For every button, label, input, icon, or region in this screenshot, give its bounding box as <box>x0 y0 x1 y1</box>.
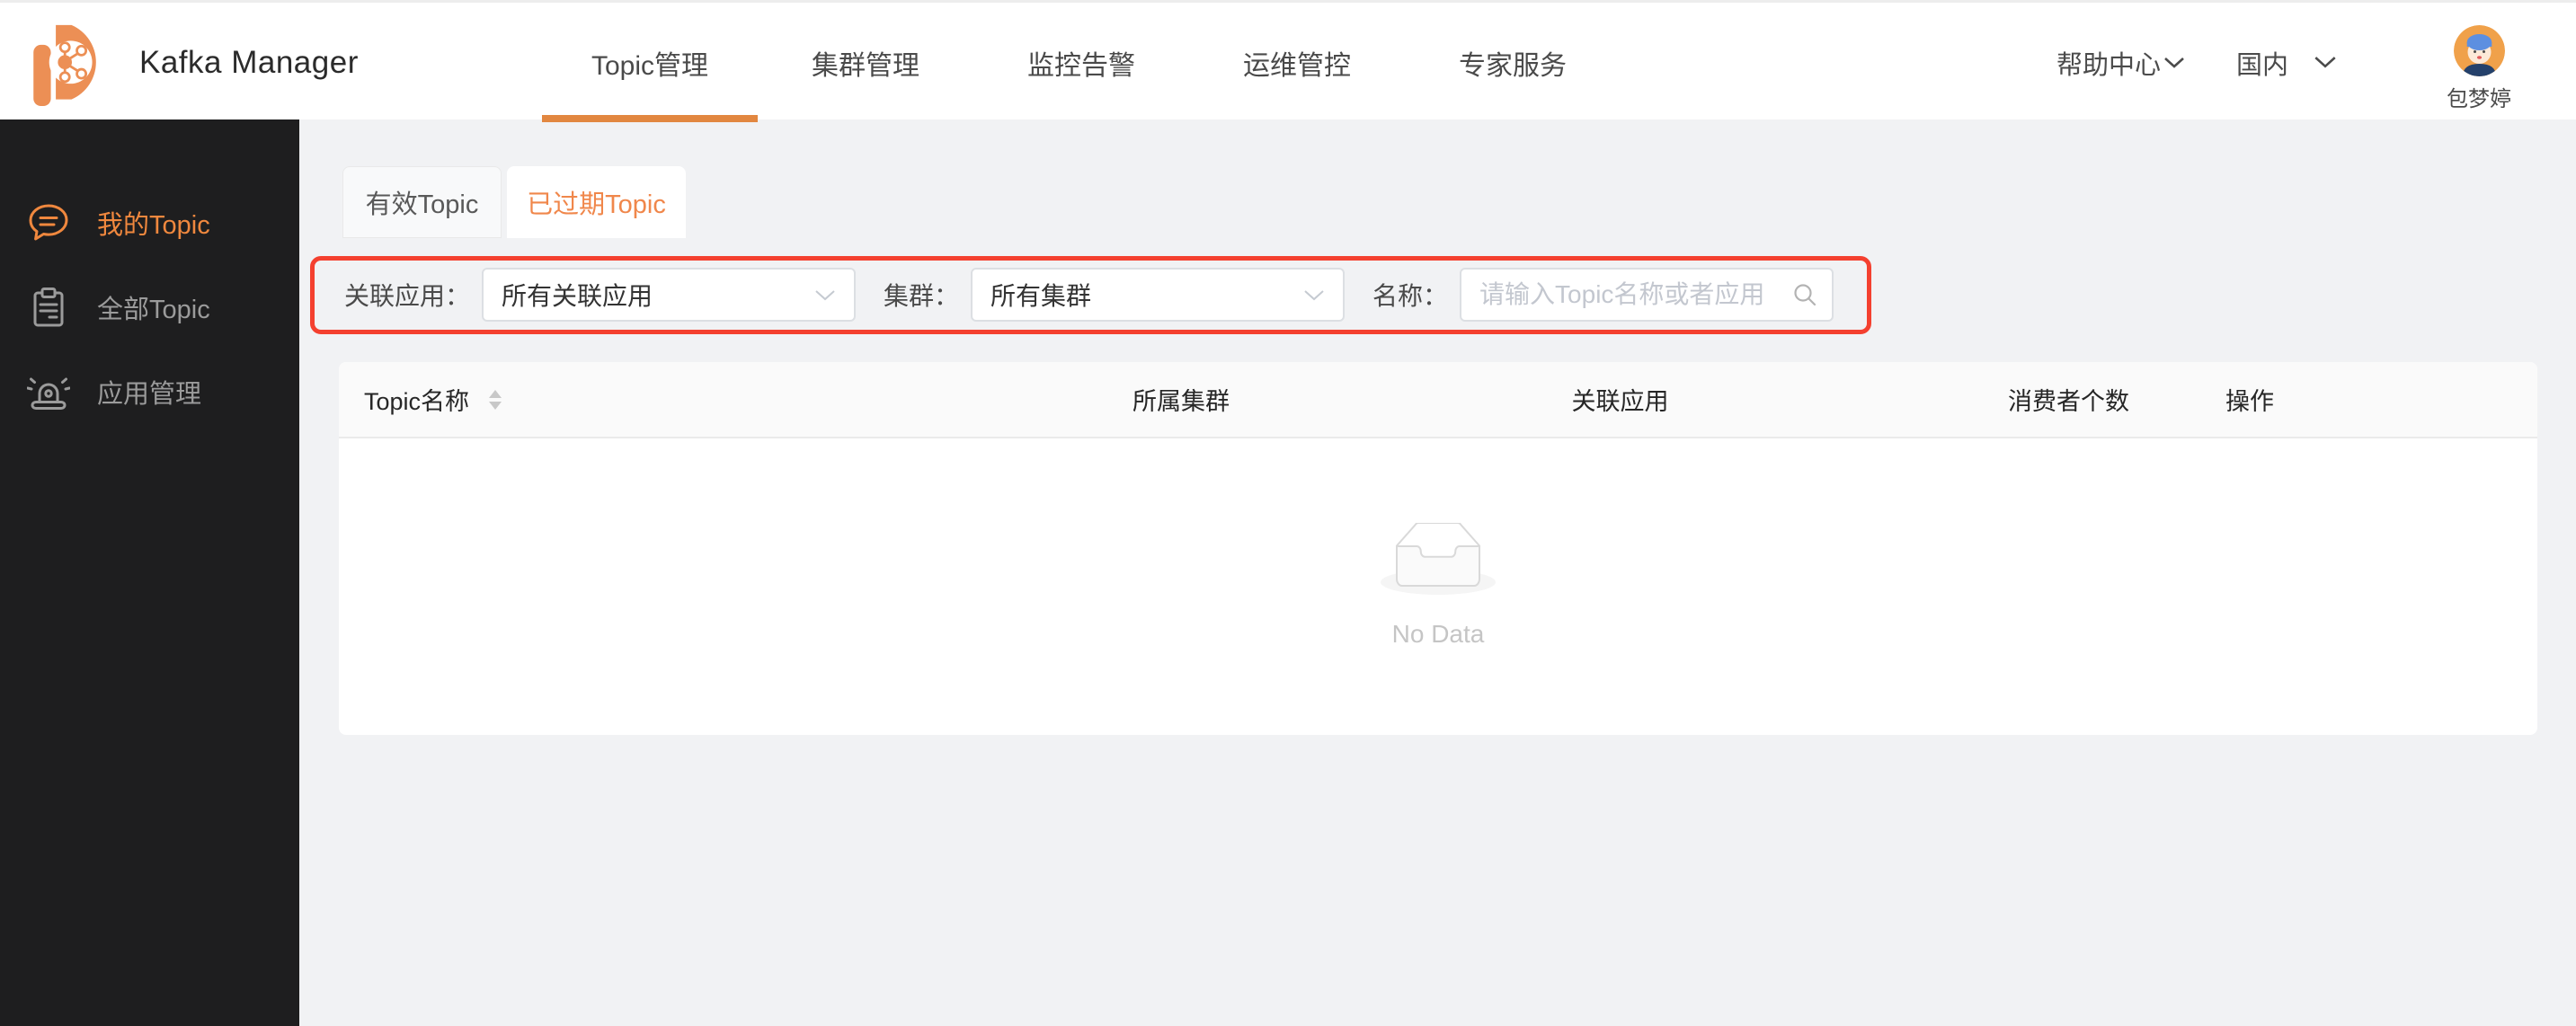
sort-ascend-icon[interactable] <box>489 389 502 398</box>
region-selector[interactable]: 国内 <box>2236 44 2337 82</box>
sort-control[interactable] <box>489 389 502 410</box>
chevron-down-icon <box>1304 289 1324 300</box>
filter-bar: 关联应用： 所有关联应用 集群： 所有集群 名称： <box>344 268 1834 322</box>
related-app-label: 关联应用： <box>344 282 471 310</box>
related-app-select[interactable]: 所有关联应用 <box>482 268 857 322</box>
user-menu[interactable]: 包梦婷 <box>2447 25 2511 112</box>
sort-descend-icon[interactable] <box>489 401 502 410</box>
column-related-app: 关联应用 <box>1571 388 1669 415</box>
sidebar-item-label: 全部Topic <box>97 296 210 324</box>
sidebar-item-app-management[interactable]: 应用管理 <box>0 349 299 434</box>
topic-search-box <box>1460 268 1834 322</box>
app-title: Kafka Manager <box>139 44 359 80</box>
cluster-select-value: 所有集群 <box>990 282 1092 310</box>
clipboard-icon <box>33 287 64 327</box>
sidebar-item-my-topic[interactable]: 我的Topic <box>0 181 299 265</box>
topic-table: Topic名称 所属集群 关联应用 消费者个数 操作 No Data <box>339 362 2537 735</box>
nav-ops-control[interactable]: 运维管控 <box>1189 3 1405 122</box>
nav-cluster-management[interactable]: 集群管理 <box>758 3 973 122</box>
nav-topic-management[interactable]: Topic管理 <box>542 3 758 122</box>
table-body-empty-state: No Data <box>339 438 2537 733</box>
tab-expired-topic[interactable]: 已过期Topic <box>507 166 686 238</box>
tab-valid-topic[interactable]: 有效Topic <box>342 166 502 238</box>
app-header: Kafka Manager Topic管理 集群管理 监控告警 运维管控 专家服… <box>0 0 2576 122</box>
nav-expert-service[interactable]: 专家服务 <box>1405 3 1621 122</box>
related-app-select-value: 所有关联应用 <box>502 282 653 310</box>
top-nav: Topic管理 集群管理 监控告警 运维管控 专家服务 <box>542 3 1621 122</box>
chat-bubble-icon <box>29 204 68 241</box>
column-actions: 操作 <box>2225 388 2274 415</box>
sidebar-item-label: 我的Topic <box>97 211 210 240</box>
help-center-menu[interactable]: 帮助中心 <box>2056 44 2185 82</box>
avatar[interactable] <box>2453 25 2505 76</box>
sidebar-item-all-topic[interactable]: 全部Topic <box>0 265 299 349</box>
sidebar: 我的Topic 全部Topic 应用管理 <box>0 119 299 1026</box>
column-topic-name: Topic名称 <box>339 382 1034 417</box>
name-label: 名称： <box>1372 282 1449 310</box>
header-right: 帮助中心 国内 包梦婷 <box>2056 3 2511 122</box>
table-header-row: Topic名称 所属集群 关联应用 消费者个数 操作 <box>339 362 2537 438</box>
no-data-text: No Data <box>1391 620 1485 648</box>
search-icon[interactable] <box>1792 282 1817 307</box>
chevron-down-icon <box>2314 57 2336 68</box>
nav-monitor-alert[interactable]: 监控告警 <box>973 3 1189 122</box>
cluster-label: 集群： <box>884 282 960 310</box>
column-cluster: 所属集群 <box>1133 388 1230 415</box>
kafka-manager-logo-icon <box>33 24 96 106</box>
cluster-select[interactable]: 所有集群 <box>971 268 1346 322</box>
main-content: 有效Topic 已过期Topic 关联应用： 所有关联应用 集群： 所有集群 名… <box>299 119 2576 1026</box>
chevron-down-icon <box>2164 57 2184 68</box>
topic-search-input[interactable] <box>1479 280 1793 309</box>
topic-tabs: 有效Topic 已过期Topic <box>342 166 686 238</box>
sidebar-item-label: 应用管理 <box>97 380 202 409</box>
alarm-icon <box>27 377 70 410</box>
chevron-down-icon <box>815 289 835 300</box>
empty-inbox-icon <box>1381 523 1496 595</box>
brand: Kafka Manager <box>30 3 359 122</box>
user-name: 包梦婷 <box>2447 87 2511 111</box>
column-consumer-count: 消费者个数 <box>2008 388 2129 415</box>
